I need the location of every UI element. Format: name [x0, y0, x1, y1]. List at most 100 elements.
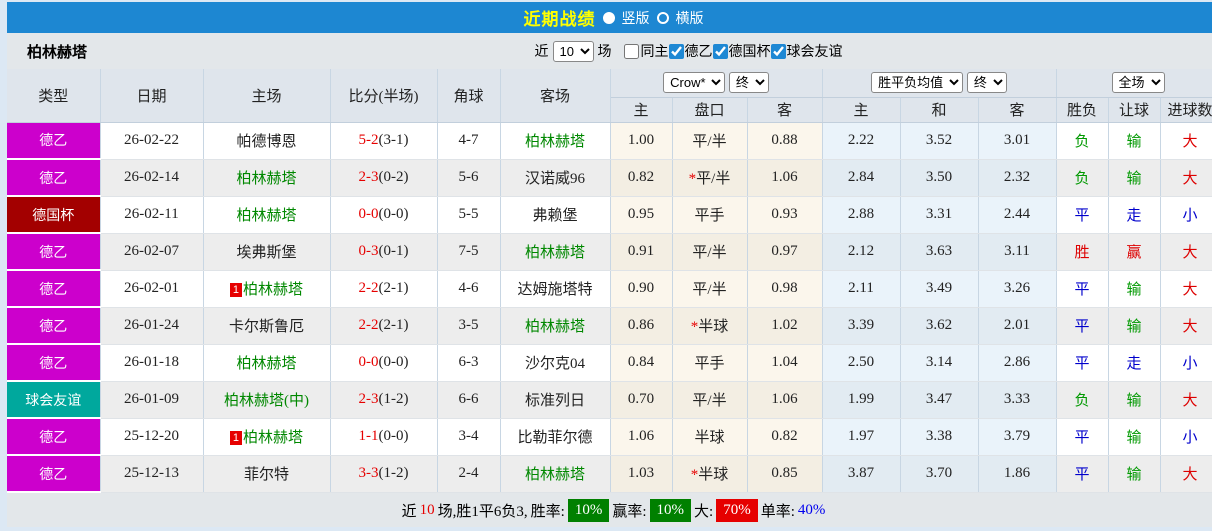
- away-team[interactable]: 标准列日: [525, 393, 585, 409]
- vertical-layout-radio[interactable]: [602, 11, 615, 24]
- home-team[interactable]: 柏林赫塔: [243, 282, 303, 298]
- home-team[interactable]: 帕德博恩: [236, 134, 296, 150]
- filter-checkbox[interactable]: [770, 43, 786, 59]
- away-team-cell: 柏林赫塔: [500, 455, 611, 493]
- filter-checkbox[interactable]: [623, 43, 639, 59]
- filter-checkbox[interactable]: [712, 43, 728, 59]
- result-goals: 小: [1160, 344, 1212, 382]
- odds-company-select[interactable]: Crow*: [663, 72, 726, 94]
- away-team[interactable]: 达姆施塔特: [517, 282, 592, 298]
- away-team[interactable]: 弗赖堡: [532, 208, 577, 224]
- halftime-score: (0-0): [378, 354, 409, 370]
- halftime-score: (0-1): [378, 243, 409, 259]
- avg-home-odds: 2.84: [822, 159, 901, 197]
- avg-type-select[interactable]: 胜平负均值: [871, 72, 964, 94]
- footer-win-rate-label: 胜率:: [530, 503, 565, 520]
- away-team[interactable]: 柏林赫塔: [525, 319, 585, 335]
- result-scope-select[interactable]: 全场: [1111, 72, 1165, 94]
- home-team[interactable]: 柏林赫塔: [236, 208, 296, 224]
- filter-checkbox-label[interactable]: 球会友谊: [770, 41, 843, 61]
- away-team[interactable]: 比勒菲尔德: [517, 430, 592, 446]
- footer-near-label: 近: [401, 503, 417, 520]
- league-type-badge: 德国杯: [7, 196, 101, 234]
- handicap-line: 平/半: [672, 381, 748, 419]
- halftime-score: (3-1): [378, 132, 409, 148]
- away-odds: 1.04: [747, 344, 823, 382]
- header-result-goals: 进球数: [1160, 97, 1212, 123]
- filter-checkbox-label[interactable]: 德国杯: [712, 41, 771, 61]
- corner-score: 2-4: [437, 455, 501, 493]
- result-outcome: 平: [1056, 307, 1109, 345]
- home-team-cell: 菲尔特: [203, 455, 331, 493]
- filter-checkbox-label[interactable]: 德乙: [668, 41, 713, 61]
- avg-away-odds: 3.33: [978, 381, 1057, 419]
- handicap-line: *平/半: [672, 159, 748, 197]
- result-outcome: 负: [1056, 159, 1109, 197]
- match-row: 球会友谊 26-01-09 柏林赫塔(中) 2-3(1-2) 6-6 标准列日 0.70 平/…: [7, 381, 1212, 419]
- result-outcome: 平: [1056, 418, 1109, 456]
- handicap-line: 半球: [672, 418, 748, 456]
- result-goals: 小: [1160, 418, 1212, 456]
- match-date: 25-12-13: [100, 455, 204, 493]
- filter-checkbox[interactable]: [668, 43, 684, 59]
- vertical-layout-label[interactable]: 竖版: [622, 8, 650, 28]
- match-row: 德国杯 26-02-11 柏林赫塔 0-0(0-0) 5-5 弗赖堡 0.95 平手 0.93 2…: [7, 196, 1212, 234]
- home-team[interactable]: 柏林赫塔: [236, 171, 296, 187]
- avg-time-select[interactable]: 终: [966, 72, 1007, 94]
- home-team[interactable]: 菲尔特: [244, 467, 289, 483]
- home-team[interactable]: 柏林赫塔: [236, 356, 296, 372]
- filter-checkbox-label[interactable]: 同主: [616, 41, 669, 61]
- match-count-select[interactable]: 10: [552, 40, 594, 62]
- filter-bar: 柏林赫塔 近 10 场 同主 德乙 德国杯 球会友谊: [7, 33, 1212, 69]
- away-team[interactable]: 沙尔克04: [525, 356, 585, 372]
- odds-time-select[interactable]: 终: [728, 72, 769, 94]
- league-type-badge: 德乙: [7, 270, 101, 308]
- away-team[interactable]: 柏林赫塔: [525, 134, 585, 150]
- header-away: 客场: [500, 69, 611, 123]
- result-goals: 大: [1160, 270, 1212, 308]
- odds-group-header: Crow* 终: [610, 69, 823, 98]
- result-goals: 小: [1160, 196, 1212, 234]
- avg-home-odds: 2.50: [822, 344, 901, 382]
- home-team[interactable]: 柏林赫塔(中): [224, 393, 309, 409]
- match-row: 德乙 26-01-24 卡尔斯鲁厄 2-2(2-1) 3-5 柏林赫塔 0.86 *半球 1.0…: [7, 307, 1212, 345]
- handicap-line: *半球: [672, 455, 748, 493]
- league-type-badge: 德乙: [7, 344, 101, 382]
- footer-big-label: 大:: [694, 503, 714, 520]
- horizontal-layout-radio[interactable]: [656, 11, 669, 24]
- away-team-cell: 沙尔克04: [500, 344, 611, 382]
- match-row: 德乙 25-12-20 1 柏林赫塔 1-1(0-0) 3-4 比勒菲尔德 1.06 半球 0.8…: [7, 418, 1212, 456]
- home-team[interactable]: 埃弗斯堡: [236, 245, 296, 261]
- away-team[interactable]: 柏林赫塔: [525, 467, 585, 483]
- result-outcome: 平: [1056, 344, 1109, 382]
- recent-results-panel: 近期战绩 竖版 横版 柏林赫塔 近 10 场 同主 德乙 德国杯 球会友谊 类型 日期: [7, 0, 1212, 527]
- away-odds: 0.85: [747, 455, 823, 493]
- rank-badge: 1: [229, 431, 243, 445]
- result-outcome: 胜: [1056, 233, 1109, 271]
- result-handicap: 输: [1108, 381, 1161, 419]
- away-team[interactable]: 汉诺威96: [525, 171, 585, 187]
- fulltime-score: 0-0: [358, 206, 379, 222]
- away-team-cell: 柏林赫塔: [500, 307, 611, 345]
- avg-draw-odds: 3.50: [900, 159, 979, 197]
- score-cell: 0-3(0-1): [330, 233, 438, 271]
- footer-single-label: 单率:: [760, 503, 795, 520]
- away-team[interactable]: 柏林赫塔: [525, 245, 585, 261]
- avg-away-odds: 3.26: [978, 270, 1057, 308]
- avg-away-odds: 2.32: [978, 159, 1057, 197]
- home-team[interactable]: 柏林赫塔: [243, 430, 303, 446]
- home-odds: 0.90: [610, 270, 673, 308]
- result-group-header: 全场: [1056, 69, 1212, 98]
- handicap-line: *半球: [672, 307, 748, 345]
- big-rate-badge: 70%: [716, 498, 758, 522]
- home-team[interactable]: 卡尔斯鲁厄: [229, 319, 304, 335]
- result-handicap: 输: [1108, 455, 1161, 493]
- horizontal-layout-label[interactable]: 横版: [676, 8, 704, 28]
- avg-home-odds: 3.39: [822, 307, 901, 345]
- header-score: 比分(半场): [330, 69, 438, 123]
- avg-away-odds: 1.86: [978, 455, 1057, 493]
- result-handicap: 输: [1108, 307, 1161, 345]
- match-date: 26-02-01: [100, 270, 204, 308]
- avg-home-odds: 3.87: [822, 455, 901, 493]
- away-odds: 0.88: [747, 122, 823, 160]
